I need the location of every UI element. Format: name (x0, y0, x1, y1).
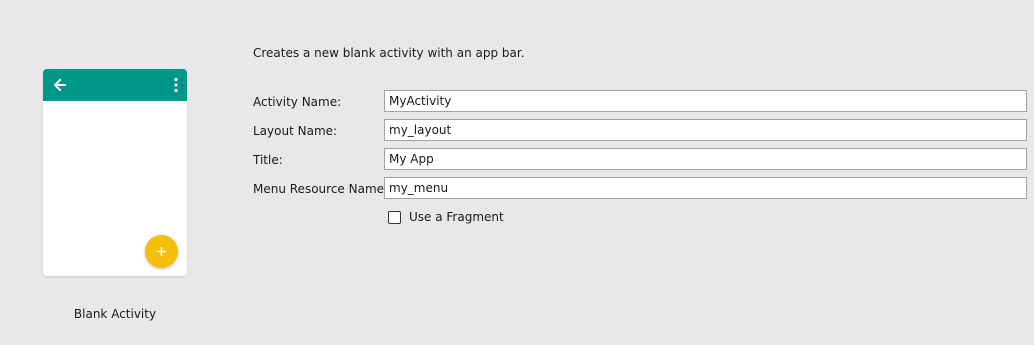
template-name: Blank Activity (73, 307, 157, 321)
use-fragment-checkbox[interactable] (388, 210, 401, 224)
use-fragment-option[interactable]: Use a Fragment (388, 209, 504, 225)
menu-resource-name-input[interactable] (384, 177, 1027, 199)
activity-name-input[interactable] (384, 90, 1027, 112)
preview-app-bar (43, 69, 187, 101)
preview-fab (145, 235, 178, 268)
menu-resource-name-label: Menu Resource Name: (253, 182, 389, 196)
arrow-back-icon (53, 78, 66, 92)
use-fragment-label[interactable]: Use a Fragment (409, 209, 504, 225)
template-description: Creates a new blank activity with an app… (253, 46, 525, 60)
title-label: Title: (253, 153, 283, 167)
more-vert-icon (174, 77, 178, 93)
title-input[interactable] (384, 148, 1027, 170)
layout-name-input[interactable] (384, 119, 1027, 141)
layout-name-label: Layout Name: (253, 124, 338, 138)
activity-name-label: Activity Name: (253, 95, 342, 109)
plus-icon (157, 247, 166, 256)
activity-preview (43, 69, 187, 276)
